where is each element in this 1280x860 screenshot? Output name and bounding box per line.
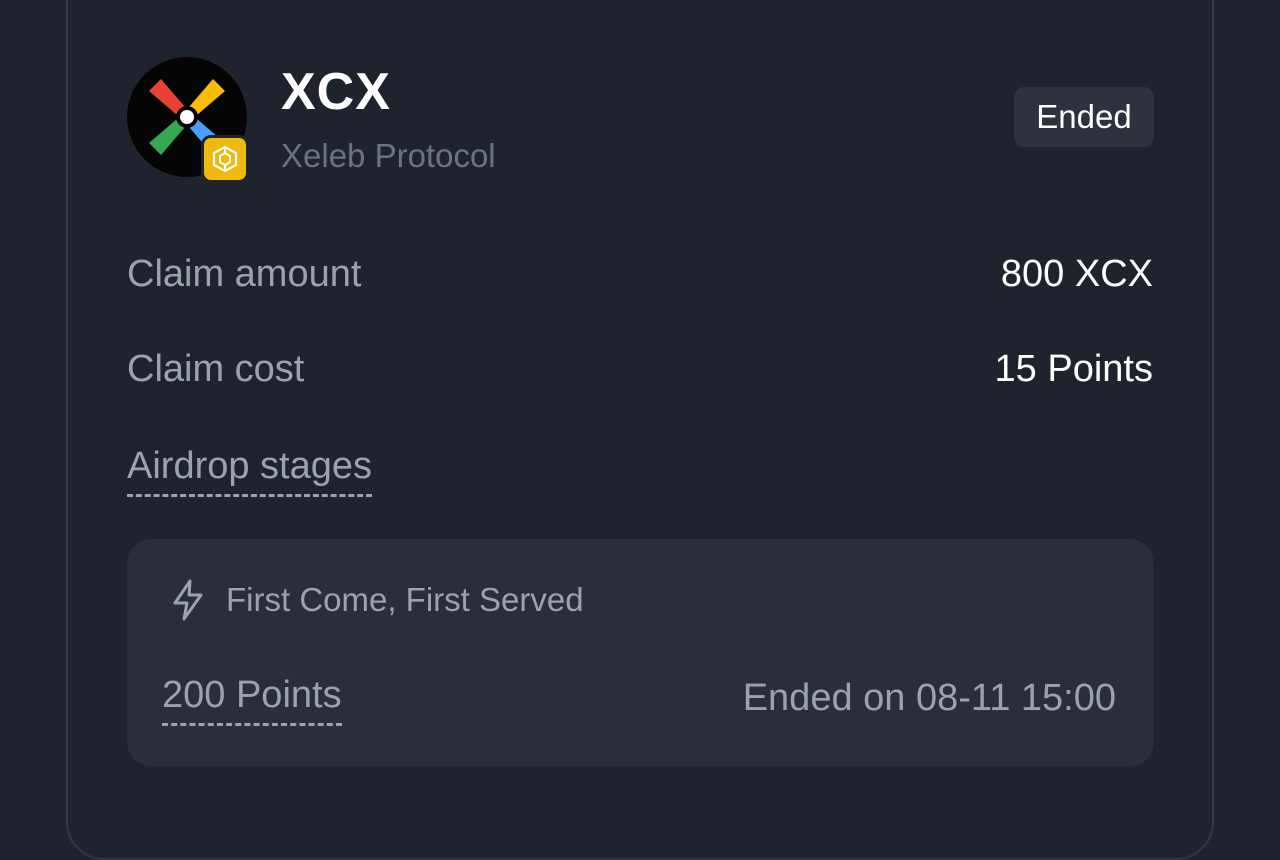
claim-cost-value: 15 Points xyxy=(994,348,1153,390)
token-symbol: XCX xyxy=(281,63,391,121)
chain-badge xyxy=(201,135,249,183)
claim-amount-label: Claim amount xyxy=(127,253,362,295)
claim-cost-label: Claim cost xyxy=(127,348,305,390)
status-badge: Ended xyxy=(1014,87,1154,147)
stage-points[interactable]: 200 Points xyxy=(162,674,342,726)
token-name: Xeleb Protocol xyxy=(281,137,496,174)
claim-amount-value: 800 XCX xyxy=(1000,253,1153,295)
stage-ended-time: Ended on 08-11 15:00 xyxy=(742,677,1116,719)
bnb-chain-icon xyxy=(212,145,238,173)
lightning-icon xyxy=(170,578,206,627)
stage-card xyxy=(127,539,1154,766)
stage-type-label: First Come, First Served xyxy=(226,581,584,618)
airdrop-stages-label[interactable]: Airdrop stages xyxy=(127,445,373,497)
